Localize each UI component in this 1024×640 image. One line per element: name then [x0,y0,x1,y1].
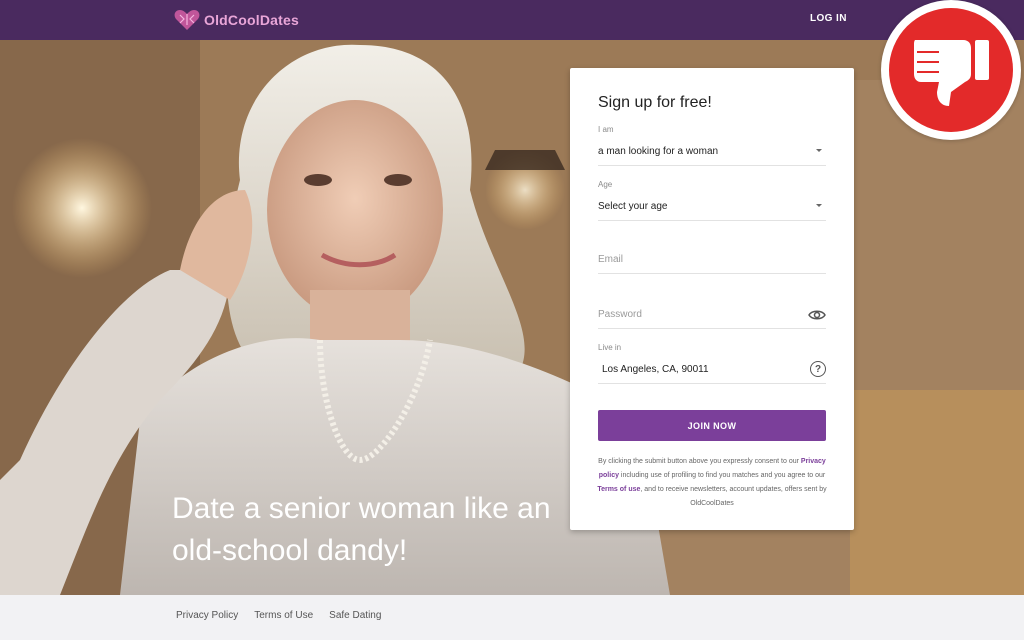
iam-value: a man looking for a woman [598,146,719,157]
footer-privacy-policy-link[interactable]: Privacy Policy [176,610,238,621]
badge-circle [889,8,1013,132]
footer: Privacy Policy Terms of Use Safe Dating [0,595,1024,640]
age-select[interactable]: Select your age [598,193,826,221]
chevron-down-icon [816,204,822,207]
age-value: Select your age [598,201,668,212]
heart-logo-icon [174,10,200,30]
chevron-down-icon [816,149,822,152]
eye-icon[interactable] [808,307,826,323]
login-link[interactable]: LOG IN [810,13,847,24]
top-navbar: OldCoolDates LOG IN [0,0,1024,40]
hero-headline: Date a senior woman like an old-school d… [172,492,551,567]
age-label: Age [598,180,613,189]
legal-part2: including use of profiling to find you m… [618,472,826,479]
live-label: Live in [598,343,622,352]
site-logo[interactable]: OldCoolDates [174,8,299,32]
terms-of-use-link[interactable]: Terms of use [597,486,640,493]
email-placeholder: Email [598,254,624,265]
password-placeholder: Password [598,309,642,320]
logo-text: OldCoolDates [204,12,299,28]
email-field[interactable]: Email [598,246,826,274]
location-field[interactable]: Los Angeles, CA, 90011 ? [598,356,826,384]
iam-select[interactable]: a man looking for a woman [598,138,826,166]
iam-label: I am [598,125,614,134]
signup-card: Sign up for free! I am a man looking for… [570,68,854,530]
hero-section: Date a senior woman like an old-school d… [0,40,1024,595]
footer-terms-of-use-link[interactable]: Terms of Use [254,610,313,621]
legal-text: By clicking the submit button above you … [596,455,828,511]
signup-title: Sign up for free! [598,94,712,111]
join-now-button[interactable]: JOIN NOW [598,410,826,441]
footer-safe-dating-link[interactable]: Safe Dating [329,610,381,621]
rating-badge [881,0,1021,140]
password-field[interactable]: Password [598,301,826,329]
question-icon[interactable]: ? [810,361,826,377]
legal-part1: By clicking the submit button above you … [598,458,801,465]
thumbs-down-icon [914,40,989,106]
legal-part3: , and to receive newsletters, account up… [640,486,827,507]
footer-links: Privacy Policy Terms of Use Safe Dating [176,610,381,621]
location-value: Los Angeles, CA, 90011 [602,364,709,375]
